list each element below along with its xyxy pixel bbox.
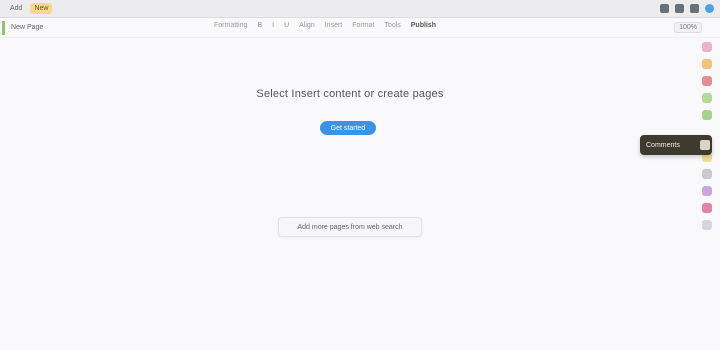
menu-tools[interactable]: Tools [384, 22, 400, 29]
rail-purple-icon[interactable] [702, 186, 712, 196]
profile-icon[interactable] [705, 4, 714, 13]
rail-pink-icon[interactable] [702, 42, 712, 52]
menu-format[interactable]: Format [352, 22, 374, 29]
toolbar-menu: Formatting B I U Align Insert Format Too… [214, 22, 436, 29]
rail-magenta-icon[interactable] [702, 203, 712, 213]
extension-icon[interactable] [690, 4, 699, 13]
menu-italic[interactable]: I [272, 22, 274, 29]
rail-orange-icon[interactable] [702, 59, 712, 69]
top-icons [660, 4, 720, 13]
new-page-button[interactable]: New Page [2, 20, 49, 35]
top-tabs: Add New [0, 3, 53, 14]
menu-underline[interactable]: U [284, 22, 289, 29]
browser-top-bar: Add New [0, 0, 720, 18]
rail-gray-icon[interactable] [702, 169, 712, 179]
zoom-control[interactable]: 100% [674, 22, 702, 33]
editor-toolbar: New Page Formatting B I U Align Insert F… [0, 18, 720, 38]
cast-icon[interactable] [675, 4, 684, 13]
rail-red-icon[interactable] [702, 76, 712, 86]
menu-publish[interactable]: Publish [411, 22, 436, 29]
menu-align[interactable]: Align [299, 22, 315, 29]
rail-green-icon[interactable] [702, 93, 712, 103]
empty-state-message: Select Insert content or create pages [256, 88, 444, 100]
rail-lightgray-icon[interactable] [702, 220, 712, 230]
tooltip-label: Comments [646, 141, 680, 149]
comments-tooltip: Comments [640, 135, 712, 155]
add-pages-button[interactable]: Add more pages from web search [278, 217, 422, 237]
grid-icon[interactable] [660, 4, 669, 13]
new-page-label: New Page [11, 24, 44, 31]
menu-formatting[interactable]: Formatting [214, 22, 247, 29]
menu-bold[interactable]: B [257, 22, 262, 29]
tab-add[interactable]: Add [6, 3, 26, 14]
rail-green2-icon[interactable] [702, 110, 712, 120]
get-started-button[interactable]: Get started [320, 121, 376, 135]
menu-insert[interactable]: Insert [325, 22, 343, 29]
tab-new[interactable]: New [30, 3, 53, 14]
